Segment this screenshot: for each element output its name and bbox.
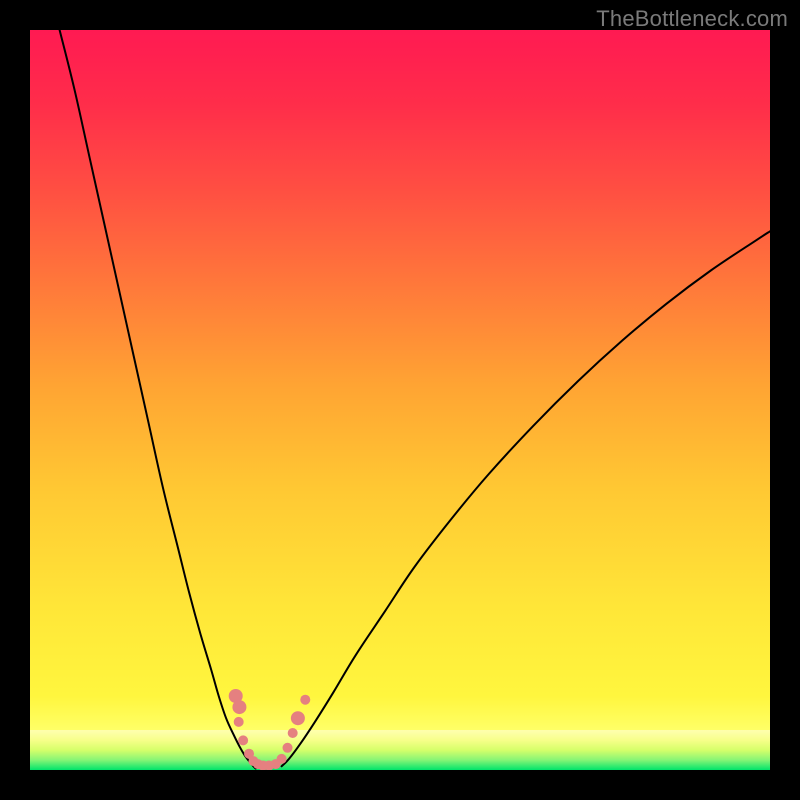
chart-frame: TheBottleneck.com <box>0 0 800 800</box>
marker-dot <box>234 717 244 727</box>
marker-dot <box>232 700 246 714</box>
marker-dot <box>300 695 310 705</box>
gradient-background <box>30 30 770 770</box>
watermark-text: TheBottleneck.com <box>596 6 788 32</box>
plot-area <box>30 30 770 770</box>
marker-dot <box>238 735 248 745</box>
marker-dot <box>288 728 298 738</box>
chart-svg <box>30 30 770 770</box>
marker-dot <box>283 743 293 753</box>
marker-dot <box>291 711 305 725</box>
green-band <box>30 730 770 770</box>
marker-dot <box>277 754 287 764</box>
